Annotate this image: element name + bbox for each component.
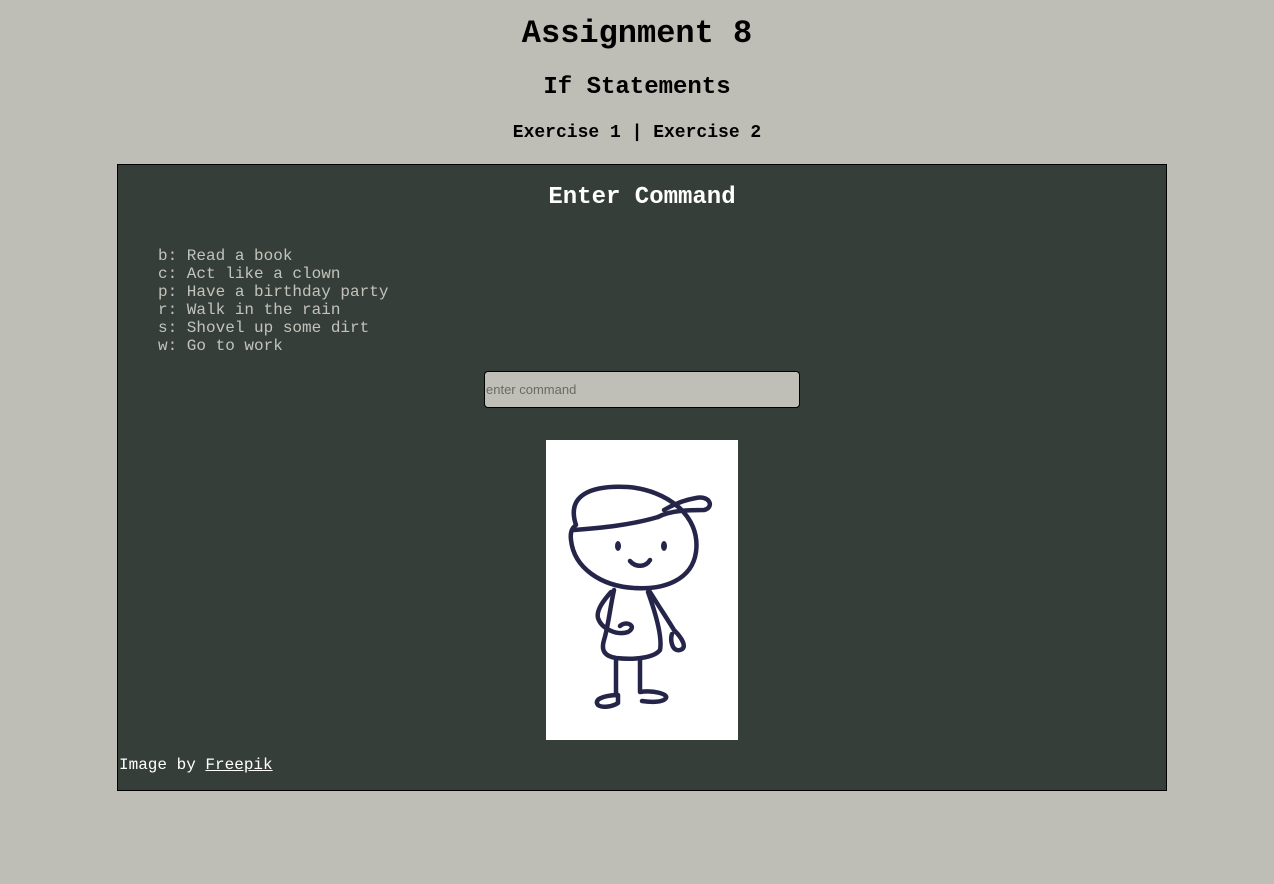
image-credit: Image by Freepik bbox=[119, 755, 273, 775]
nav-link-exercise-2[interactable]: Exercise 2 bbox=[653, 123, 761, 143]
exercise-nav: Exercise 1 | Exercise 2 bbox=[0, 122, 1274, 144]
command-list: b: Read a book c: Act like a clown p: Ha… bbox=[158, 247, 388, 355]
nav-separator: | bbox=[620, 123, 654, 143]
command-item-s: s: Shovel up some dirt bbox=[158, 319, 370, 337]
page-title: Assignment 8 bbox=[521, 15, 753, 52]
command-item-c: c: Act like a clown bbox=[158, 265, 341, 283]
cartoon-boy-with-cap-icon bbox=[568, 484, 713, 709]
command-panel: Enter Command b: Read a book c: Act like… bbox=[117, 164, 1167, 791]
freepik-link[interactable]: Freepik bbox=[205, 756, 272, 774]
page-subtitle: If Statements bbox=[543, 74, 731, 101]
cartoon-boy-image bbox=[546, 440, 738, 740]
nav-link-exercise-1[interactable]: Exercise 1 bbox=[513, 123, 621, 143]
command-item-w: w: Go to work bbox=[158, 337, 283, 355]
command-input[interactable] bbox=[484, 371, 800, 408]
command-item-p: p: Have a birthday party bbox=[158, 283, 389, 301]
panel-title: Enter Command bbox=[548, 184, 736, 211]
command-item-r: r: Walk in the rain bbox=[158, 301, 341, 319]
command-item-b: b: Read a book bbox=[158, 247, 293, 265]
credit-prefix: Image by bbox=[119, 756, 206, 774]
